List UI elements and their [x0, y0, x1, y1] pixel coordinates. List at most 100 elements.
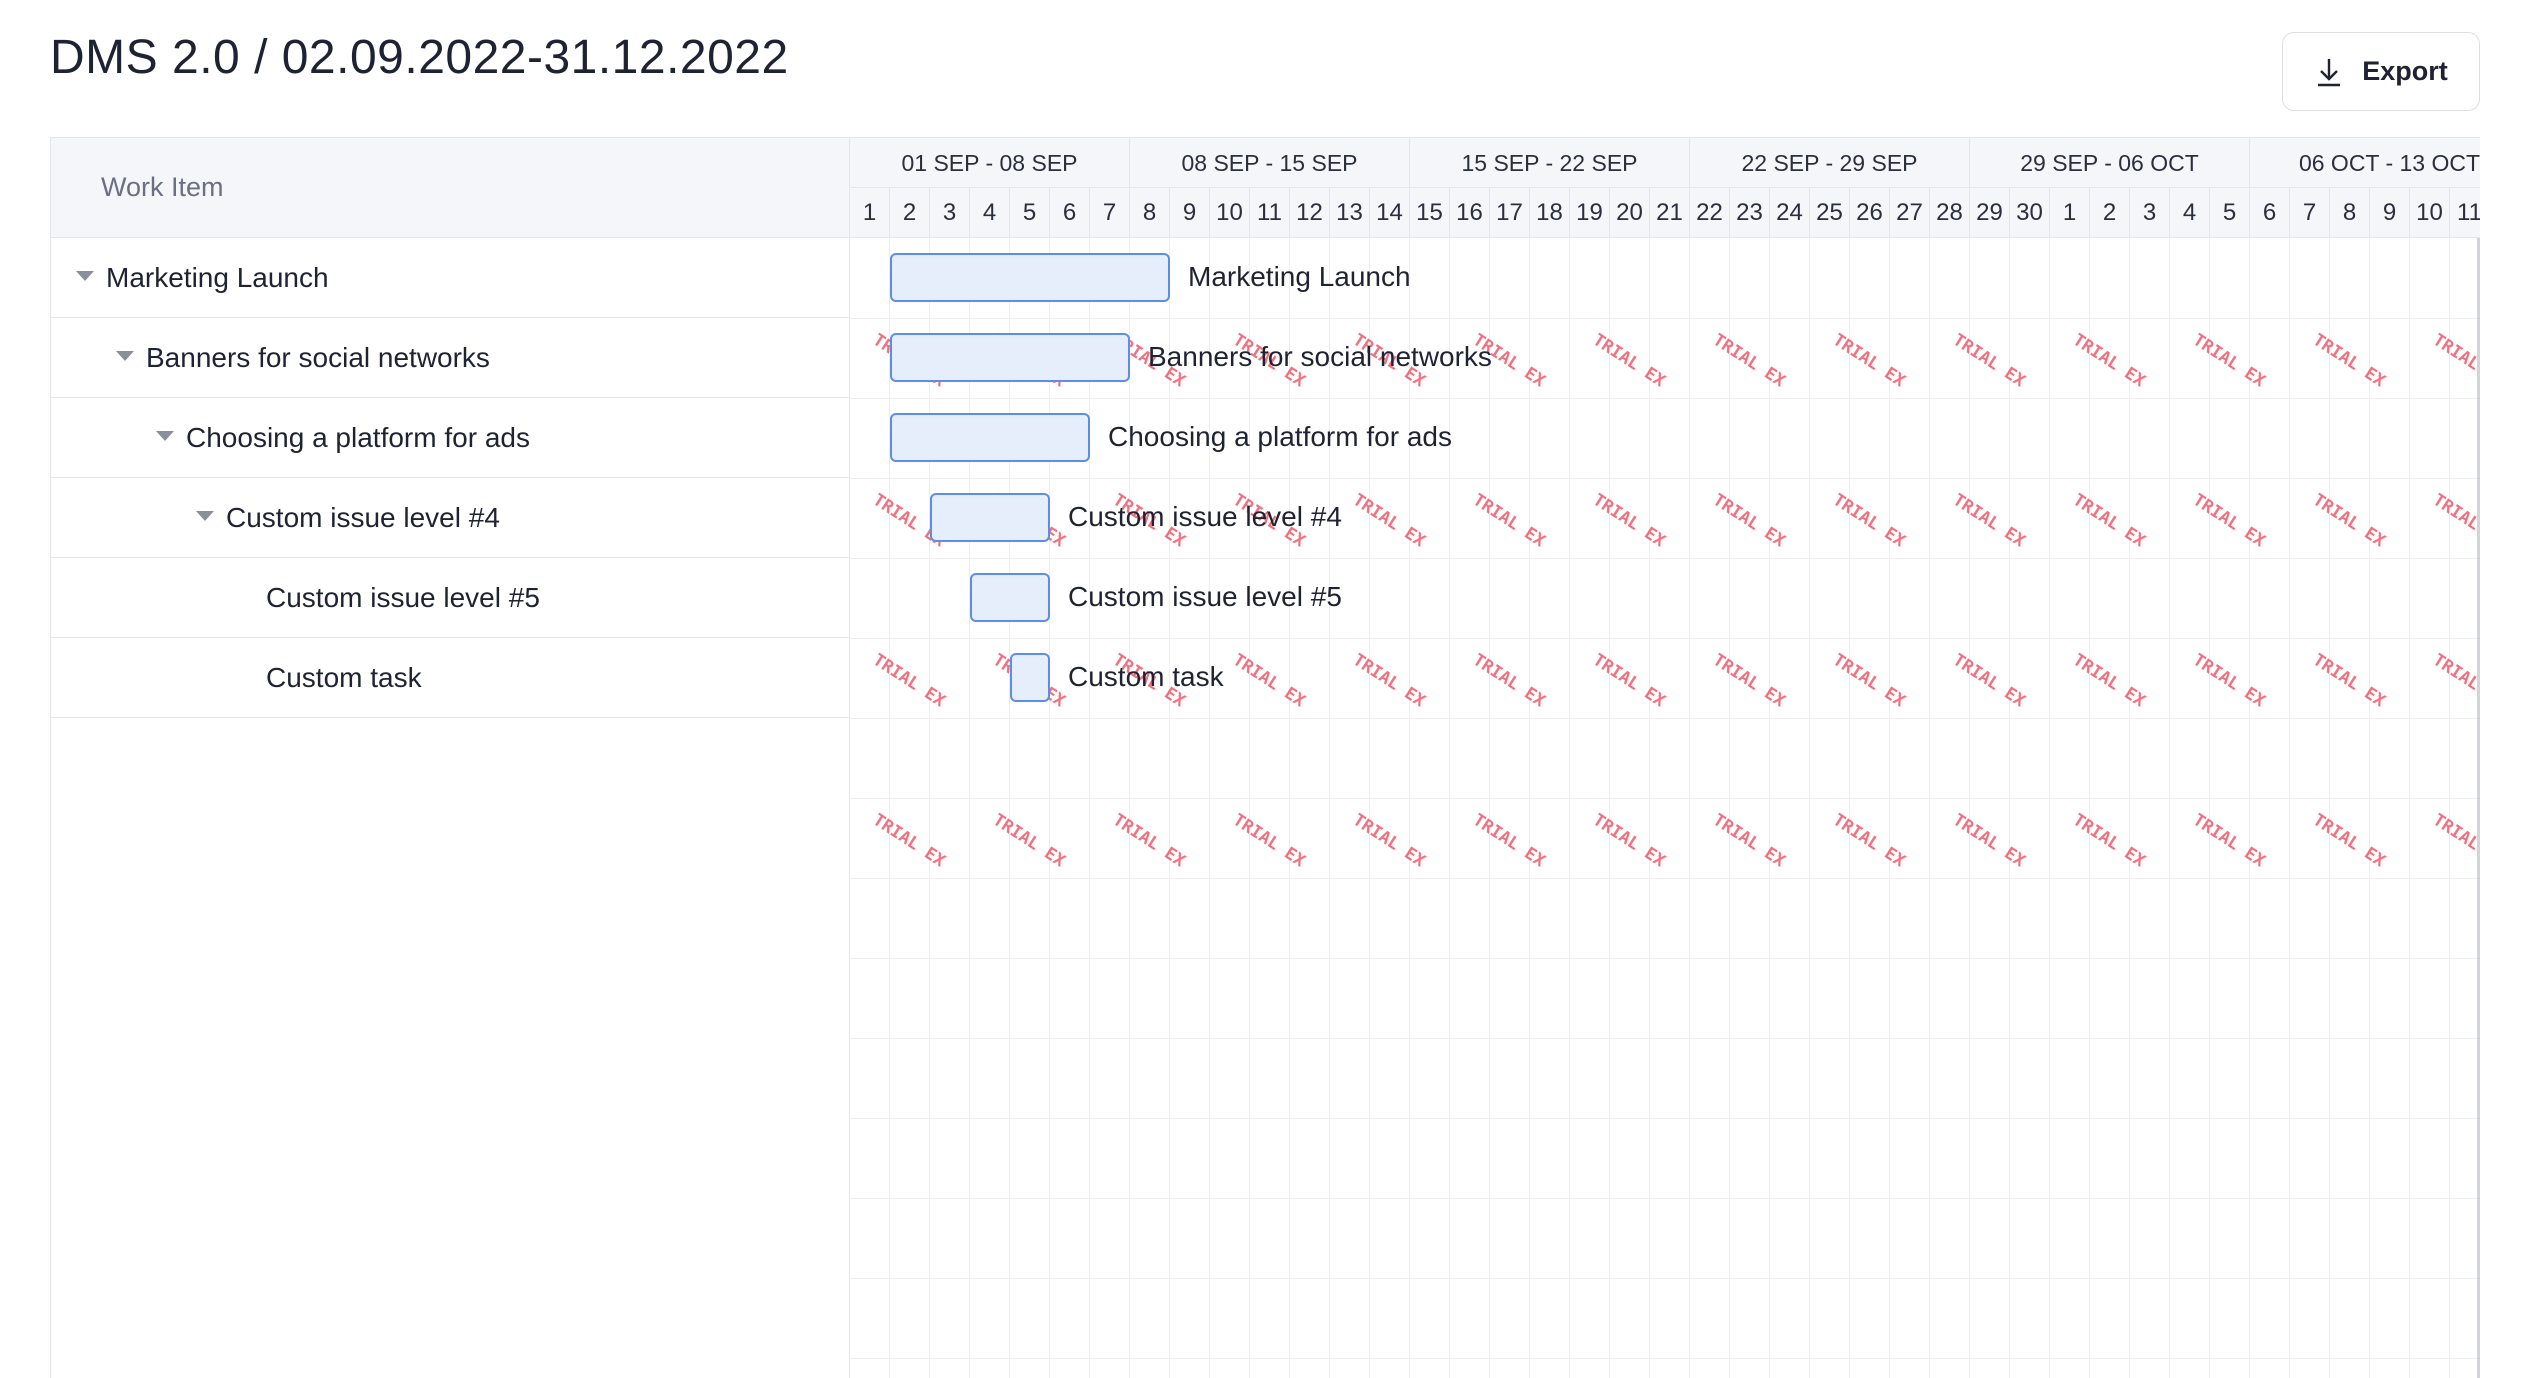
row-gridline: [850, 958, 2480, 959]
grid-rows: Marketing Launch Banners for social netwo…: [51, 238, 849, 718]
trial-watermark: TRIAL EX: [1349, 650, 1429, 712]
export-label: Export: [2362, 56, 2448, 86]
week-scale: 01 SEP - 08 SEP 08 SEP - 15 SEP 15 SEP - 2…: [850, 138, 2480, 188]
day-gridline: [889, 238, 890, 1378]
task-bar[interactable]: [890, 333, 1130, 382]
trial-watermark: TRIAL EX: [2429, 810, 2480, 871]
day-gridline: [1209, 238, 1210, 1378]
day-gridline: [2089, 238, 2090, 1378]
row-gridline: [850, 1278, 2480, 1279]
day-cell: 16: [1450, 188, 1490, 238]
day-cell: 11: [2450, 188, 2480, 238]
work-item-grid: Work Item Marketing Launch Banners for so…: [50, 137, 850, 1378]
grid-row[interactable]: Custom task: [51, 638, 849, 718]
day-cell: 3: [2130, 188, 2170, 238]
row-gridline: [850, 558, 2480, 559]
day-gridline: [2009, 238, 2010, 1378]
week-cell: 01 SEP - 08 SEP: [850, 138, 1130, 188]
day-cell: 8: [2330, 188, 2370, 238]
row-gridline: [850, 718, 2480, 719]
trial-watermark: TRIAL EX: [2069, 810, 2149, 872]
trial-watermark: TRIAL EX: [1109, 810, 1189, 872]
day-gridline: [1089, 238, 1090, 1378]
expand-caret-icon[interactable]: [196, 511, 214, 521]
grid-row[interactable]: Marketing Launch: [51, 238, 849, 318]
week-cell: 22 SEP - 29 SEP: [1690, 138, 1970, 188]
day-gridline: [1809, 238, 1810, 1378]
task-bar[interactable]: [890, 253, 1170, 302]
day-cell: 1: [850, 188, 890, 238]
day-gridline: [1689, 238, 1690, 1378]
task-bar[interactable]: [890, 413, 1090, 462]
timeline-header: 01 SEP - 08 SEP 08 SEP - 15 SEP 15 SEP - 2…: [850, 138, 2480, 238]
day-gridline: [2409, 238, 2410, 1378]
day-cell: 20: [1610, 188, 1650, 238]
row-gridline: [850, 1118, 2480, 1119]
trial-watermark: TRIAL EX: [2069, 650, 2149, 712]
timeline-body[interactable]: TRIAL EX TRIAL EX TRIAL EX TRIAL EX TRIAL EX…: [850, 238, 2480, 1378]
row-label: Custom issue level #5: [266, 581, 540, 613]
trial-watermark: TRIAL EX: [1709, 330, 1789, 392]
row-label: Choosing a platform for ads: [186, 421, 530, 453]
task-bar[interactable]: [970, 573, 1050, 622]
day-gridline: [1569, 238, 1570, 1378]
grid-row[interactable]: Custom issue level #4: [51, 478, 849, 558]
trial-watermark: TRIAL EX: [1949, 650, 2029, 712]
grid-row[interactable]: Custom issue level #5: [51, 558, 849, 638]
week-cell: 08 SEP - 15 SEP: [1130, 138, 1410, 188]
day-gridline: [2369, 238, 2370, 1378]
trial-watermark: TRIAL EX: [2309, 650, 2389, 712]
day-gridline: [1649, 238, 1650, 1378]
day-cell: 27: [1890, 188, 1930, 238]
day-gridline: [2289, 238, 2290, 1378]
trial-watermark: TRIAL EX: [2429, 650, 2480, 711]
grid-row[interactable]: Choosing a platform for ads: [51, 398, 849, 478]
trial-watermark: TRIAL EX: [1589, 650, 1669, 712]
trial-watermark: TRIAL EX: [1949, 490, 2029, 552]
day-cell: 8: [1130, 188, 1170, 238]
expand-caret-icon[interactable]: [116, 351, 134, 361]
timeline-scrollbar-edge[interactable]: [2477, 238, 2480, 1378]
task-bar-label: Banners for social networks: [1148, 341, 1492, 372]
trial-watermark: TRIAL EX: [1589, 330, 1669, 392]
day-gridline: [929, 238, 930, 1378]
day-gridline: [1729, 238, 1730, 1378]
row-gridline: [850, 638, 2480, 639]
trial-watermark: TRIAL EX: [2429, 490, 2480, 551]
week-cell: 29 SEP - 06 OCT: [1970, 138, 2250, 188]
day-cell: 11: [1250, 188, 1290, 238]
day-gridline: [2169, 238, 2170, 1378]
day-cell: 29: [1970, 188, 2010, 238]
trial-watermark: TRIAL EX: [2309, 810, 2389, 872]
expand-caret-icon[interactable]: [156, 431, 174, 441]
task-bar-label: Choosing a platform for ads: [1108, 421, 1452, 452]
day-cell: 13: [1330, 188, 1370, 238]
trial-watermark: TRIAL EX: [2429, 330, 2480, 391]
task-bar[interactable]: [930, 493, 1050, 542]
trial-watermark: TRIAL EX: [1589, 810, 1669, 872]
trial-watermark: TRIAL EX: [869, 650, 949, 712]
row-gridline: [850, 478, 2480, 479]
task-bar-label: Custom issue level #5: [1068, 581, 1342, 612]
task-bar-label: Custom task: [1068, 661, 1224, 692]
week-cell: 15 SEP - 22 SEP: [1410, 138, 1690, 188]
day-gridline: [2049, 238, 2050, 1378]
task-bar-label: Custom issue level #4: [1068, 501, 1342, 532]
day-gridline: [1889, 238, 1890, 1378]
day-gridline: [1769, 238, 1770, 1378]
task-bar[interactable]: [1010, 653, 1050, 702]
trial-watermark: TRIAL EX: [869, 810, 949, 872]
trial-watermark: TRIAL EX: [2189, 810, 2269, 872]
day-gridline: [2129, 238, 2130, 1378]
trial-watermark: TRIAL EX: [1349, 810, 1429, 872]
export-button[interactable]: Export: [2282, 32, 2480, 111]
trial-watermark: TRIAL EX: [1949, 330, 2029, 392]
expand-caret-icon[interactable]: [76, 271, 94, 281]
day-cell: 7: [1090, 188, 1130, 238]
trial-watermark: TRIAL EX: [1229, 810, 1309, 872]
grid-row[interactable]: Banners for social networks: [51, 318, 849, 398]
trial-watermark: TRIAL EX: [1949, 810, 2029, 872]
row-gridline: [850, 398, 2480, 399]
day-cell: 2: [890, 188, 930, 238]
trial-watermark: TRIAL EX: [1829, 810, 1909, 872]
